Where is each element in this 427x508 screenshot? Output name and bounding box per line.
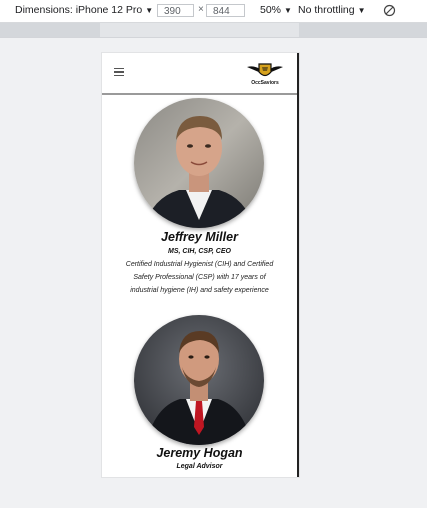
- bio-line: Safety Professional (CSP) with 17 years …: [133, 274, 266, 281]
- rotate-icon[interactable]: [383, 4, 396, 17]
- bio-line: industrial hygiene (IH) and safety exper…: [130, 287, 269, 294]
- team-member-credentials: MS, CIH, CSP, CEO: [168, 248, 231, 255]
- device-viewport: OccSaviors Jeffrey Miller MS, CIH, CSP,: [102, 53, 299, 477]
- team-member-name: Jeffrey Miller: [161, 230, 238, 244]
- throttling-label: No throttling: [298, 4, 355, 16]
- height-input[interactable]: 844: [206, 4, 245, 17]
- width-input[interactable]: 390: [157, 4, 194, 17]
- team-member-photo: [134, 315, 264, 445]
- logo-wordmark: OccSaviors: [251, 80, 279, 86]
- devtools-toolbar: Dimensions: iPhone 12 Pro ▼ 390 × 844 50%…: [0, 0, 427, 23]
- bio-line: Certified Industrial Hygienist (CIH) and…: [125, 261, 274, 268]
- portrait-image: [134, 98, 264, 228]
- throttling-select[interactable]: No throttling ▼: [298, 4, 366, 16]
- media-query-ruler: [0, 23, 427, 38]
- team-member-bio: Certified Industrial Hygienist (CIH) and…: [112, 258, 287, 297]
- zoom-label: 50%: [260, 4, 282, 16]
- site-header: OccSaviors: [102, 53, 297, 95]
- site-logo[interactable]: OccSaviors: [245, 61, 285, 89]
- device-dimensions-select[interactable]: Dimensions: iPhone 12 Pro ▼: [15, 4, 153, 16]
- device-dimensions-label: Dimensions: iPhone 12 Pro: [15, 4, 143, 16]
- dimension-separator: ×: [198, 4, 204, 15]
- triangle-down-icon: ▼: [284, 6, 292, 15]
- team-member-credentials: Legal Advisor: [176, 463, 223, 470]
- triangle-down-icon: ▼: [357, 6, 366, 15]
- team-member-name: Jeremy Hogan: [156, 446, 243, 460]
- portrait-image: [134, 315, 264, 445]
- triangle-down-icon: ▼: [145, 6, 154, 15]
- zoom-select[interactable]: 50% ▼: [260, 4, 292, 16]
- ruler-segment: [299, 23, 427, 37]
- eagle-shield-logo-icon: [247, 63, 283, 77]
- ruler-segment: [0, 23, 100, 37]
- team-member-photo: [134, 98, 264, 228]
- hamburger-menu-icon[interactable]: [114, 68, 124, 76]
